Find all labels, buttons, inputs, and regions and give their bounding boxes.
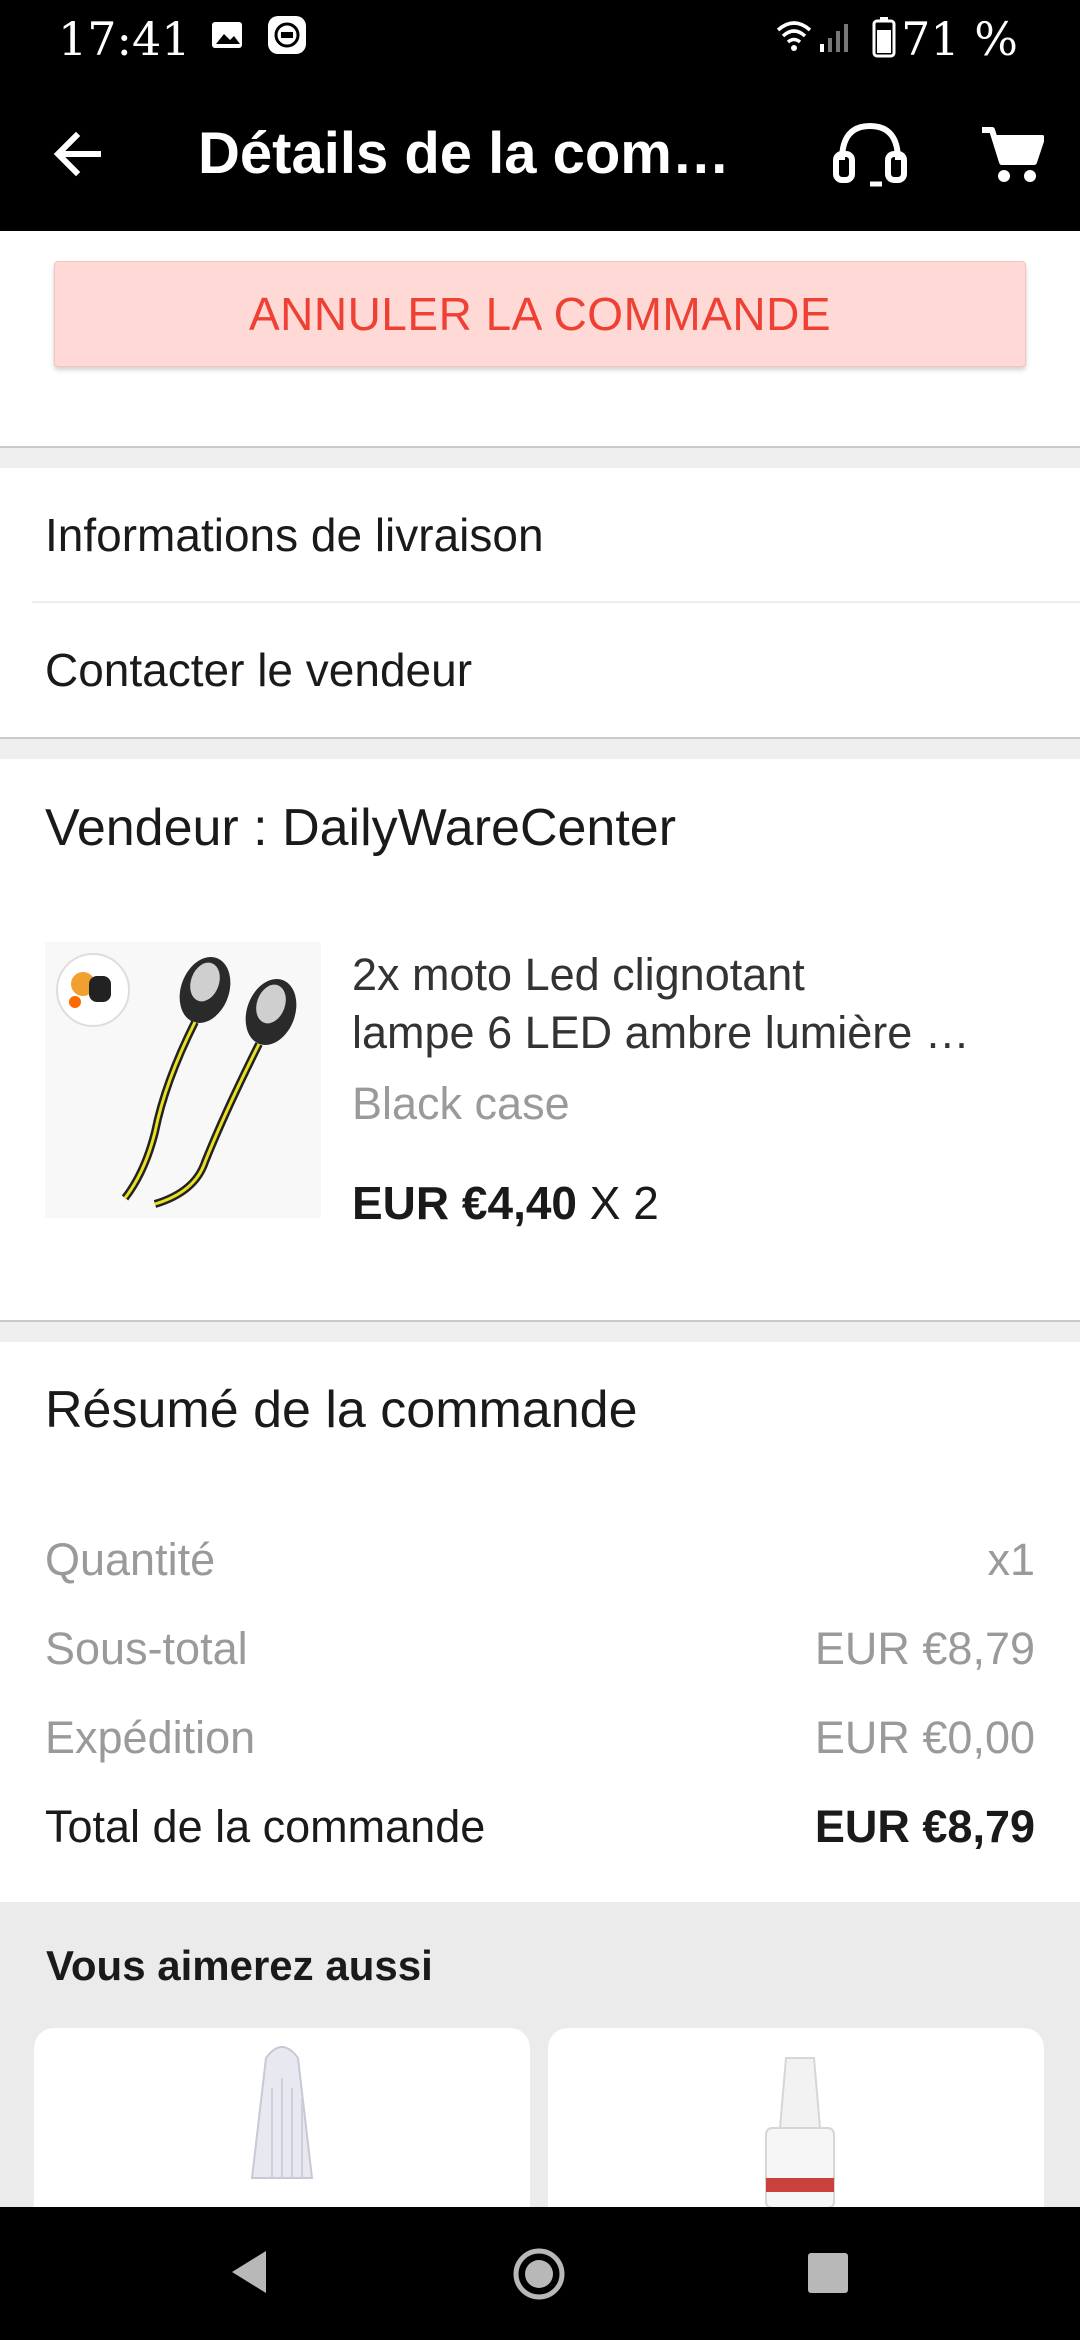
system-nav-bar bbox=[0, 2207, 1080, 2340]
seller-section: Vendeur : DailyWareCenter 2x moto Led cl… bbox=[0, 762, 1080, 1322]
section-divider bbox=[0, 1320, 1080, 1342]
product-price: EUR €4,40 bbox=[352, 1177, 578, 1229]
product-image[interactable] bbox=[45, 942, 321, 1218]
contact-seller-label: Contacter le vendeur bbox=[45, 644, 473, 696]
recommended-product-image bbox=[765, 2057, 835, 2209]
signal-icon bbox=[820, 24, 848, 52]
mi-app-icon bbox=[268, 16, 306, 54]
summary-value: x1 bbox=[987, 1534, 1035, 1585]
seller-name[interactable]: Vendeur : DailyWareCenter bbox=[45, 798, 676, 858]
recommended-product-card[interactable] bbox=[34, 2028, 530, 2228]
nav-back-icon[interactable] bbox=[228, 2249, 268, 2295]
nav-recents-icon[interactable] bbox=[806, 2251, 850, 2295]
status-bar: 17:41 71 % bbox=[0, 0, 1080, 76]
nav-home-icon[interactable] bbox=[512, 2247, 566, 2301]
recommendations-section: Vous aimerez aussi bbox=[0, 1902, 1080, 2228]
summary-label: Expédition bbox=[45, 1712, 256, 1763]
recommended-product-card[interactable] bbox=[548, 2028, 1044, 2228]
recommended-product-image bbox=[250, 2046, 314, 2179]
delivery-info-row[interactable]: Informations de livraison bbox=[0, 468, 1080, 602]
product-title[interactable]: 2x moto Led clignotant lampe 6 LED ambre… bbox=[352, 946, 1032, 1062]
product-title-line: 2x moto Led clignotant bbox=[352, 949, 805, 1000]
section-divider bbox=[0, 737, 1080, 759]
battery-icon bbox=[872, 17, 896, 58]
summary-title: Résumé de la commande bbox=[45, 1381, 638, 1439]
status-time: 17:41 bbox=[58, 12, 191, 66]
summary-row: Expédition EUR €0,00 bbox=[45, 1712, 1035, 1772]
product-price-line: EUR €4,40 X 2 bbox=[352, 1176, 659, 1230]
recommendations-title: Vous aimerez aussi bbox=[46, 1942, 433, 1989]
cancel-order-button[interactable]: ANNULER LA COMMANDE bbox=[54, 261, 1026, 367]
arrow-left-icon[interactable] bbox=[50, 126, 106, 182]
cart-icon[interactable] bbox=[980, 124, 1044, 184]
order-summary: Résumé de la commande Quantité x1 Sous-t… bbox=[0, 1342, 1080, 1902]
summary-label: Quantité bbox=[45, 1534, 216, 1585]
total-value: EUR €8,79 bbox=[814, 1801, 1035, 1852]
summary-value: EUR €0,00 bbox=[814, 1712, 1035, 1763]
product-quantity: X 2 bbox=[577, 1177, 659, 1229]
app-bar: Détails de la com… bbox=[0, 76, 1080, 231]
page-title: Détails de la com… bbox=[198, 121, 730, 186]
summary-row: Quantité x1 bbox=[45, 1534, 1035, 1594]
delivery-info-label: Informations de livraison bbox=[45, 509, 544, 561]
summary-value: EUR €8,79 bbox=[814, 1623, 1035, 1674]
summary-label: Sous-total bbox=[45, 1623, 248, 1674]
gallery-icon bbox=[212, 22, 242, 48]
summary-total-row: Total de la commande EUR €8,79 bbox=[45, 1801, 1035, 1861]
cancel-section: ANNULER LA COMMANDE bbox=[0, 231, 1080, 446]
total-label: Total de la commande bbox=[45, 1801, 486, 1852]
product-title-line: lampe 6 LED ambre lumière … bbox=[352, 1007, 970, 1058]
headset-icon[interactable] bbox=[832, 120, 908, 190]
battery-percent: 71 % bbox=[901, 12, 1018, 66]
summary-row: Sous-total EUR €8,79 bbox=[45, 1623, 1035, 1683]
contact-seller-row[interactable]: Contacter le vendeur bbox=[0, 603, 1080, 737]
section-divider bbox=[0, 446, 1080, 468]
product-variant: Black case bbox=[352, 1078, 570, 1129]
wifi-icon bbox=[776, 21, 812, 51]
